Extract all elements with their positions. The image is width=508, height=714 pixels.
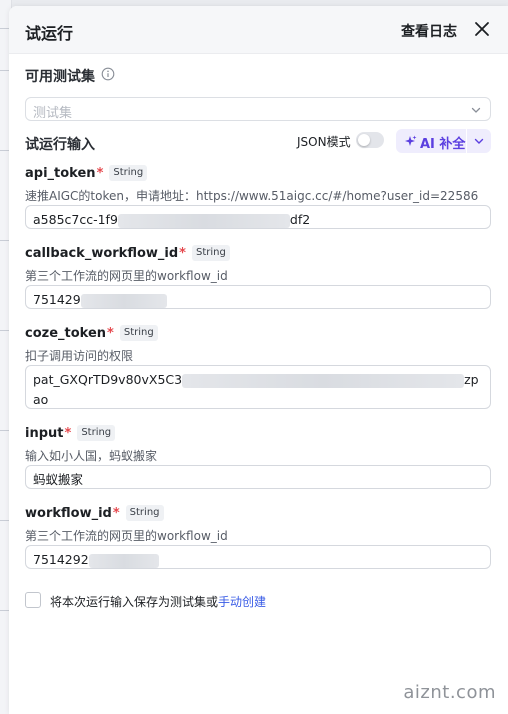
field-desc-input: 输入如小人国，蚂蚁搬家 (25, 449, 158, 463)
field-name-text: workflow_id (25, 506, 112, 521)
json-mode-label: JSON模式 (297, 135, 351, 149)
toggle-knob (358, 134, 370, 146)
info-icon[interactable] (101, 67, 115, 81)
field-desc-callback-workflow-id: 第三个工作流的网页里的workflow_id (25, 269, 228, 283)
save-testset-text: 将本次运行输入保存为测试集或手动创建 (50, 593, 266, 610)
field-name-callback-workflow-id: callback_workflow_id* String (25, 245, 230, 261)
input-value: a585c7cc-1f9 (33, 212, 118, 227)
required-marker: * (112, 506, 120, 521)
required-marker: * (96, 166, 104, 181)
input-value-end: df2 (289, 212, 311, 227)
input-value: 蚂蚁搬家 (33, 472, 84, 487)
manual-create-link[interactable]: 手动创建 (218, 595, 266, 609)
input-value: 751429 (33, 292, 81, 307)
testset-select[interactable]: 测试集 (25, 97, 491, 121)
ai-complete-label: AI 补全 (420, 137, 466, 152)
save-testset-checkbox[interactable] (25, 592, 41, 608)
type-tag: String (77, 425, 116, 441)
field-desc-coze-token: 扣子调用访问的权限 (25, 349, 134, 363)
testset-select-placeholder: 测试集 (33, 106, 73, 121)
field-name-input: input* String (25, 425, 116, 441)
view-logs-link[interactable]: 查看日志 (401, 21, 457, 41)
panel-header: 试运行 查看日志 (9, 6, 508, 54)
textarea-line-1: pat_GXQrTD9v80vX5C3 zp (33, 370, 483, 390)
type-tag: String (119, 325, 158, 341)
redacted-value (80, 293, 167, 308)
json-mode-toggle[interactable] (356, 132, 384, 148)
redacted-value (117, 213, 290, 228)
callback-workflow-id-input[interactable]: 751429 (25, 285, 491, 309)
field-desc-workflow-id: 第三个工作流的网页里的workflow_id (25, 529, 228, 543)
type-tag: String (191, 245, 230, 261)
field-name-coze-token: coze_token* String (25, 325, 158, 341)
input-value: pat_GXQrTD9v80vX5C3 (33, 372, 183, 387)
ai-complete-button[interactable]: AI 补全 (396, 129, 466, 153)
input-value: 7514292 (33, 552, 89, 567)
redacted-value (88, 553, 159, 568)
test-run-panel: 试运行 查看日志 可用测试集 测试集 试运行输入 JSON模式 AI 补全 ap… (9, 6, 508, 714)
field-name-workflow-id: workflow_id* String (25, 505, 164, 521)
close-button[interactable] (472, 19, 492, 39)
required-marker: * (64, 426, 72, 441)
field-name-text: callback_workflow_id (25, 246, 179, 261)
textarea-line-2: ao (33, 392, 49, 407)
workflow-id-input[interactable]: 7514292 (25, 545, 491, 569)
panel-title: 试运行 (25, 24, 74, 43)
type-tag: String (125, 505, 164, 521)
watermark: aiznt.com (403, 682, 496, 703)
field-name-text: coze_token (25, 326, 107, 341)
run-input-label: 试运行输入 (25, 137, 95, 153)
field-name-text: input (25, 426, 64, 441)
input-value-end: zp (464, 372, 479, 387)
type-tag: String (109, 165, 148, 181)
chevron-down-icon (474, 138, 484, 144)
save-testset-label: 将本次运行输入保存为测试集或 (50, 595, 219, 609)
close-icon (475, 22, 489, 36)
chevron-down-icon (471, 107, 481, 113)
sparkle-icon (405, 135, 417, 146)
input-field[interactable]: 蚂蚁搬家 (25, 465, 491, 489)
ai-complete-dropdown[interactable] (467, 129, 491, 153)
required-marker: * (107, 326, 114, 341)
redacted-value (182, 373, 465, 388)
api-token-input[interactable]: a585c7cc-1f9 df2 (25, 205, 491, 229)
field-name-api-token: api_token* String (25, 165, 148, 181)
required-marker: * (179, 246, 186, 261)
field-desc-api-token: 速推AIGC的token，申请地址：https://www.51aigc.cc/… (25, 189, 479, 203)
testset-label: 可用测试集 (25, 69, 95, 85)
coze-token-textarea[interactable]: pat_GXQrTD9v80vX5C3 zp ao (25, 365, 491, 409)
field-name-text: api_token (25, 166, 96, 181)
